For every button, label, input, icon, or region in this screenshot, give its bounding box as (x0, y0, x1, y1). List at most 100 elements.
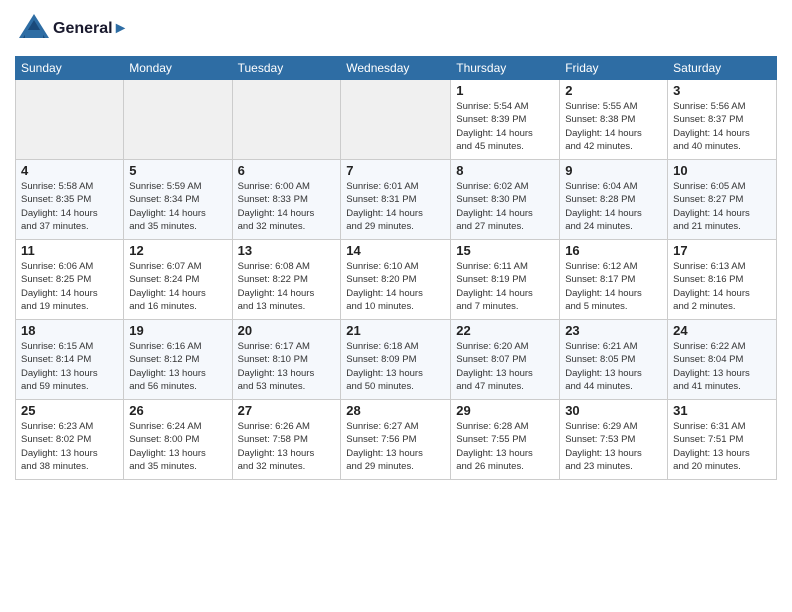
day-info: Sunrise: 6:02 AM Sunset: 8:30 PM Dayligh… (456, 180, 554, 233)
calendar-cell: 18 Sunrise: 6:15 AM Sunset: 8:14 PM Dayli… (16, 320, 124, 400)
day-number: 18 (21, 323, 118, 338)
calendar-cell: 27 Sunrise: 6:26 AM Sunset: 7:58 PM Dayli… (232, 400, 341, 480)
day-number: 20 (238, 323, 336, 338)
day-number: 30 (565, 403, 662, 418)
day-info: Sunrise: 6:10 AM Sunset: 8:20 PM Dayligh… (346, 260, 445, 313)
day-number: 4 (21, 163, 118, 178)
calendar-cell (124, 80, 232, 160)
day-info: Sunrise: 6:31 AM Sunset: 7:51 PM Dayligh… (673, 420, 771, 473)
day-number: 28 (346, 403, 445, 418)
day-number: 23 (565, 323, 662, 338)
calendar-header-row: SundayMondayTuesdayWednesdayThursdayFrid… (16, 57, 777, 80)
day-info: Sunrise: 6:17 AM Sunset: 8:10 PM Dayligh… (238, 340, 336, 393)
calendar-cell: 28 Sunrise: 6:27 AM Sunset: 7:56 PM Dayli… (341, 400, 451, 480)
calendar-cell: 12 Sunrise: 6:07 AM Sunset: 8:24 PM Dayli… (124, 240, 232, 320)
logo: General► (15, 10, 128, 48)
day-header-thursday: Thursday (451, 57, 560, 80)
calendar-cell (16, 80, 124, 160)
day-number: 10 (673, 163, 771, 178)
day-number: 19 (129, 323, 226, 338)
day-info: Sunrise: 5:54 AM Sunset: 8:39 PM Dayligh… (456, 100, 554, 153)
day-header-friday: Friday (560, 57, 668, 80)
day-number: 9 (565, 163, 662, 178)
day-number: 26 (129, 403, 226, 418)
calendar-cell: 22 Sunrise: 6:20 AM Sunset: 8:07 PM Dayli… (451, 320, 560, 400)
day-info: Sunrise: 6:23 AM Sunset: 8:02 PM Dayligh… (21, 420, 118, 473)
day-info: Sunrise: 6:07 AM Sunset: 8:24 PM Dayligh… (129, 260, 226, 313)
day-header-sunday: Sunday (16, 57, 124, 80)
day-info: Sunrise: 6:20 AM Sunset: 8:07 PM Dayligh… (456, 340, 554, 393)
day-info: Sunrise: 6:05 AM Sunset: 8:27 PM Dayligh… (673, 180, 771, 233)
day-info: Sunrise: 6:28 AM Sunset: 7:55 PM Dayligh… (456, 420, 554, 473)
calendar-cell: 9 Sunrise: 6:04 AM Sunset: 8:28 PM Daylig… (560, 160, 668, 240)
day-number: 16 (565, 243, 662, 258)
calendar-cell: 10 Sunrise: 6:05 AM Sunset: 8:27 PM Dayli… (668, 160, 777, 240)
day-number: 15 (456, 243, 554, 258)
day-info: Sunrise: 5:55 AM Sunset: 8:38 PM Dayligh… (565, 100, 662, 153)
day-number: 14 (346, 243, 445, 258)
day-info: Sunrise: 6:26 AM Sunset: 7:58 PM Dayligh… (238, 420, 336, 473)
day-info: Sunrise: 6:27 AM Sunset: 7:56 PM Dayligh… (346, 420, 445, 473)
day-info: Sunrise: 6:06 AM Sunset: 8:25 PM Dayligh… (21, 260, 118, 313)
day-number: 7 (346, 163, 445, 178)
calendar-cell: 26 Sunrise: 6:24 AM Sunset: 8:00 PM Dayli… (124, 400, 232, 480)
calendar-week-1: 1 Sunrise: 5:54 AM Sunset: 8:39 PM Daylig… (16, 80, 777, 160)
day-number: 5 (129, 163, 226, 178)
calendar-cell: 4Sunrise: 5:58 AM Sunset: 8:35 PM Daylig… (16, 160, 124, 240)
calendar-cell: 19Sunrise: 6:16 AM Sunset: 8:12 PM Dayli… (124, 320, 232, 400)
calendar-week-3: 11Sunrise: 6:06 AM Sunset: 8:25 PM Dayli… (16, 240, 777, 320)
calendar-cell: 31 Sunrise: 6:31 AM Sunset: 7:51 PM Dayli… (668, 400, 777, 480)
day-number: 8 (456, 163, 554, 178)
calendar-cell: 1 Sunrise: 5:54 AM Sunset: 8:39 PM Daylig… (451, 80, 560, 160)
day-number: 12 (129, 243, 226, 258)
calendar-cell: 20 Sunrise: 6:17 AM Sunset: 8:10 PM Dayli… (232, 320, 341, 400)
calendar-cell: 29 Sunrise: 6:28 AM Sunset: 7:55 PM Dayli… (451, 400, 560, 480)
calendar-week-2: 4Sunrise: 5:58 AM Sunset: 8:35 PM Daylig… (16, 160, 777, 240)
page: General► SundayMondayTuesdayWednesdayThu… (0, 0, 792, 612)
day-number: 3 (673, 83, 771, 98)
calendar-cell: 24 Sunrise: 6:22 AM Sunset: 8:04 PM Dayli… (668, 320, 777, 400)
day-number: 17 (673, 243, 771, 258)
day-info: Sunrise: 6:12 AM Sunset: 8:17 PM Dayligh… (565, 260, 662, 313)
day-header-monday: Monday (124, 57, 232, 80)
calendar-cell: 15 Sunrise: 6:11 AM Sunset: 8:19 PM Dayli… (451, 240, 560, 320)
day-info: Sunrise: 6:24 AM Sunset: 8:00 PM Dayligh… (129, 420, 226, 473)
calendar-cell (232, 80, 341, 160)
calendar-cell: 11Sunrise: 6:06 AM Sunset: 8:25 PM Dayli… (16, 240, 124, 320)
calendar-cell (341, 80, 451, 160)
day-info: Sunrise: 5:59 AM Sunset: 8:34 PM Dayligh… (129, 180, 226, 233)
calendar-cell: 7 Sunrise: 6:01 AM Sunset: 8:31 PM Daylig… (341, 160, 451, 240)
day-info: Sunrise: 6:18 AM Sunset: 8:09 PM Dayligh… (346, 340, 445, 393)
day-number: 22 (456, 323, 554, 338)
day-info: Sunrise: 6:01 AM Sunset: 8:31 PM Dayligh… (346, 180, 445, 233)
calendar-cell: 8 Sunrise: 6:02 AM Sunset: 8:30 PM Daylig… (451, 160, 560, 240)
day-info: Sunrise: 5:56 AM Sunset: 8:37 PM Dayligh… (673, 100, 771, 153)
day-number: 31 (673, 403, 771, 418)
day-info: Sunrise: 6:13 AM Sunset: 8:16 PM Dayligh… (673, 260, 771, 313)
day-number: 29 (456, 403, 554, 418)
day-info: Sunrise: 6:11 AM Sunset: 8:19 PM Dayligh… (456, 260, 554, 313)
calendar-cell: 2Sunrise: 5:55 AM Sunset: 8:38 PM Daylig… (560, 80, 668, 160)
day-number: 6 (238, 163, 336, 178)
day-info: Sunrise: 6:21 AM Sunset: 8:05 PM Dayligh… (565, 340, 662, 393)
day-number: 27 (238, 403, 336, 418)
day-info: Sunrise: 6:00 AM Sunset: 8:33 PM Dayligh… (238, 180, 336, 233)
day-header-saturday: Saturday (668, 57, 777, 80)
day-info: Sunrise: 6:29 AM Sunset: 7:53 PM Dayligh… (565, 420, 662, 473)
header: General► (15, 10, 777, 48)
day-number: 1 (456, 83, 554, 98)
calendar-cell: 16 Sunrise: 6:12 AM Sunset: 8:17 PM Dayli… (560, 240, 668, 320)
day-info: Sunrise: 6:04 AM Sunset: 8:28 PM Dayligh… (565, 180, 662, 233)
calendar-cell: 25Sunrise: 6:23 AM Sunset: 8:02 PM Dayli… (16, 400, 124, 480)
day-info: Sunrise: 6:15 AM Sunset: 8:14 PM Dayligh… (21, 340, 118, 393)
day-info: Sunrise: 6:22 AM Sunset: 8:04 PM Dayligh… (673, 340, 771, 393)
calendar-cell: 23 Sunrise: 6:21 AM Sunset: 8:05 PM Dayli… (560, 320, 668, 400)
day-number: 24 (673, 323, 771, 338)
day-header-wednesday: Wednesday (341, 57, 451, 80)
logo-icon (15, 10, 53, 48)
logo-text: General► (53, 20, 128, 38)
calendar-cell: 30 Sunrise: 6:29 AM Sunset: 7:53 PM Dayli… (560, 400, 668, 480)
calendar-cell: 14 Sunrise: 6:10 AM Sunset: 8:20 PM Dayli… (341, 240, 451, 320)
calendar-week-5: 25Sunrise: 6:23 AM Sunset: 8:02 PM Dayli… (16, 400, 777, 480)
calendar-cell: 6 Sunrise: 6:00 AM Sunset: 8:33 PM Daylig… (232, 160, 341, 240)
